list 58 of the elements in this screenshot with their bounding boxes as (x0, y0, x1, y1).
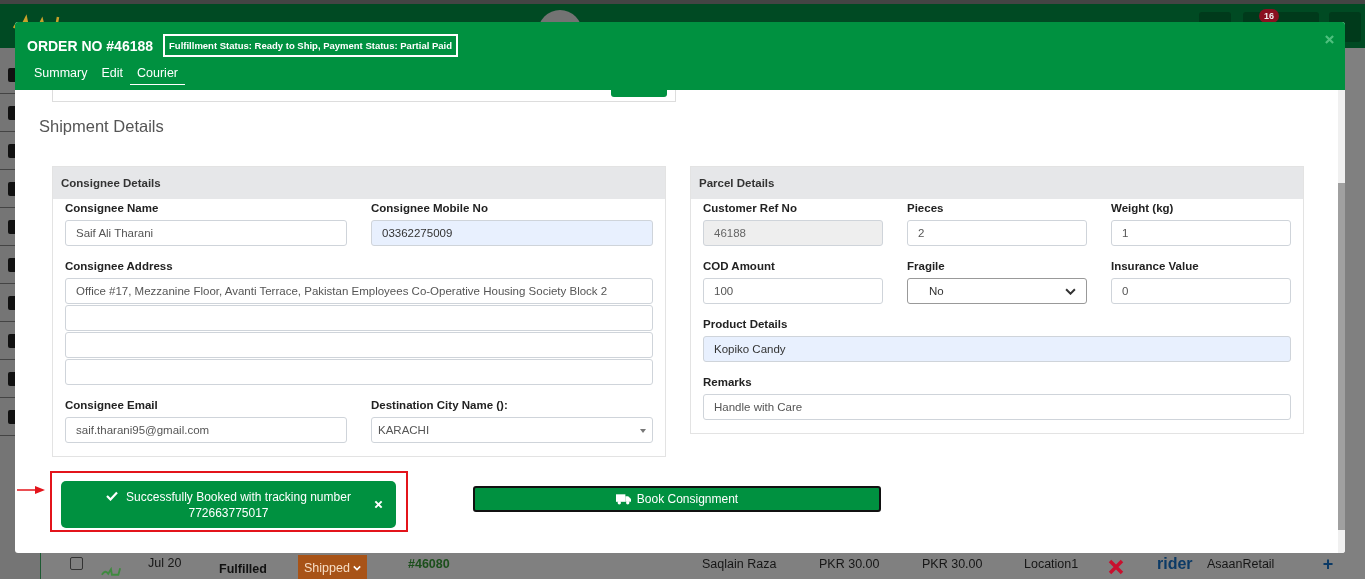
tab[interactable]: Courier (130, 60, 186, 85)
input-field[interactable]: Office #17, Mezzanine Floor, Avanti Terrace, Pakistan Employees Co-Operative Housing Society Block 2 (65, 278, 653, 304)
input-field[interactable]: Saif Ali Tharani (65, 220, 347, 246)
field-label: COD Amount (703, 259, 776, 273)
section-title: Shipment Details (39, 117, 165, 136)
fulfillment-status: Fulfilled (219, 562, 268, 576)
field-label: Fragile (907, 259, 946, 273)
input-field[interactable]: 0 (1111, 278, 1291, 304)
location-text: Location1 (1024, 557, 1080, 571)
field-label: Customer Ref No (703, 201, 798, 215)
panel-title: Consignee Details (53, 167, 665, 199)
status-badge: Fulfillment Status: Ready to Ship, Payment Status: Partial Paid (163, 34, 458, 57)
scrollbar-thumb[interactable] (1338, 183, 1345, 530)
check-icon (106, 490, 119, 501)
truck-icon (615, 493, 631, 505)
field-label: Consignee Email (65, 398, 159, 412)
input-field[interactable]: saif.tharani95@gmail.com (65, 417, 347, 443)
select-dropdown[interactable]: No (907, 278, 1087, 304)
order-date: Jul 20 (148, 556, 183, 570)
field-label: Weight (kg) (1111, 201, 1175, 215)
input-field[interactable] (65, 332, 653, 358)
input-field[interactable] (65, 359, 653, 385)
modal-title: ORDER NO #46188 (27, 37, 154, 54)
panel-title: Parcel Details (691, 167, 1303, 199)
field-label: Consignee Mobile No (371, 201, 489, 215)
annotation-arrow (17, 485, 45, 495)
amount-text: PKR 30.00 (922, 557, 984, 571)
caret-icon (352, 565, 361, 571)
input-field[interactable] (65, 305, 653, 331)
input-field[interactable]: 03362275009 (371, 220, 653, 246)
field-label: Consignee Name (65, 201, 160, 215)
city-dropdown[interactable]: KARACHI (371, 417, 653, 443)
amount-text: PKR 30.00 (819, 557, 881, 571)
input-field[interactable]: 1 (1111, 220, 1291, 246)
courier-logo: rider (1157, 555, 1193, 573)
tab[interactable]: Edit (94, 60, 131, 85)
field-label: Insurance Value (1111, 259, 1200, 273)
field-label: Destination City Name (): (371, 398, 509, 412)
status-dropdown[interactable]: Shipped (298, 555, 367, 579)
input-field[interactable]: Kopiko Candy (703, 336, 1291, 362)
store-logo-icon (100, 567, 122, 577)
store-name: AsaanRetail (1207, 557, 1276, 571)
input-field[interactable]: Handle with Care (703, 394, 1291, 420)
chevron-icon (1065, 287, 1076, 295)
field-label: Pieces (907, 201, 945, 215)
alert-message: Successfully Booked with tracking number 772663775017 (93, 488, 364, 521)
customer-name: Saqlain Raza (702, 557, 778, 571)
cross-icon (1108, 559, 1124, 575)
input-field[interactable]: 2 (907, 220, 1087, 246)
row-checkbox[interactable] (70, 557, 83, 570)
book-button[interactable]: Book Consignment (473, 486, 881, 512)
input-field[interactable]: 46188 (703, 220, 883, 246)
notification-badge: 16 (1259, 9, 1279, 23)
input-field[interactable]: 100 (703, 278, 883, 304)
field-label: Remarks (703, 375, 753, 389)
tab[interactable]: Summary (27, 60, 95, 85)
field-label: Consignee Address (65, 259, 174, 273)
field-label: Product Details (703, 317, 789, 331)
